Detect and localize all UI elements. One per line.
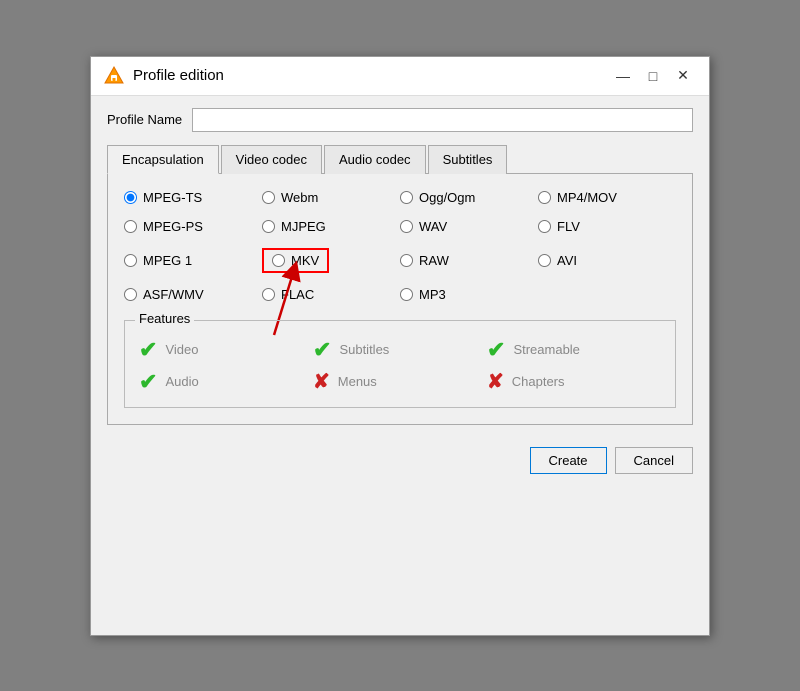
check-icon-video: ✔ (139, 339, 157, 361)
radio-avi[interactable]: AVI (538, 248, 676, 273)
radio-webm[interactable]: Webm (262, 190, 400, 205)
tab-encapsulation[interactable]: Encapsulation (107, 145, 219, 174)
profile-name-label: Profile Name (107, 112, 182, 127)
radio-raw[interactable]: RAW (400, 248, 538, 273)
feature-audio: ✔ Audio (139, 371, 313, 393)
create-button[interactable]: Create (530, 447, 607, 474)
tab-subtitles[interactable]: Subtitles (428, 145, 508, 174)
profile-name-input[interactable] (192, 108, 693, 132)
features-grid: ✔ Video ✔ Subtitles ✔ Streamable ✔ Audio (139, 339, 661, 393)
feature-label-streamable: Streamable (513, 342, 579, 357)
maximize-button[interactable]: □ (639, 65, 667, 87)
feature-label-audio: Audio (165, 374, 198, 389)
radio-mpeg1[interactable]: MPEG 1 (124, 248, 262, 273)
radio-grid-wrapper: MPEG-TS Webm Ogg/Ogm MP4/MOV MPEG-PS (124, 190, 676, 302)
title-bar-left: Profile edition (103, 65, 224, 87)
feature-label-video: Video (165, 342, 198, 357)
features-section: Features ✔ Video ✔ Subtitles ✔ Streamabl… (124, 320, 676, 408)
dialog-footer: Create Cancel (91, 437, 709, 486)
feature-streamable: ✔ Streamable (487, 339, 661, 361)
tab-video-codec[interactable]: Video codec (221, 145, 322, 174)
window-title: Profile edition (133, 67, 224, 84)
cross-icon-chapters: ✘ (487, 372, 504, 392)
check-icon-audio: ✔ (139, 371, 157, 393)
feature-chapters: ✘ Chapters (487, 371, 661, 393)
radio-asf-wmv[interactable]: ASF/WMV (124, 287, 262, 302)
cancel-button[interactable]: Cancel (615, 447, 693, 474)
tab-audio-codec[interactable]: Audio codec (324, 145, 426, 174)
radio-mpeg-ps[interactable]: MPEG-PS (124, 219, 262, 234)
radio-mjpeg[interactable]: MJPEG (262, 219, 400, 234)
features-legend: Features (135, 311, 194, 326)
radio-flv[interactable]: FLV (538, 219, 676, 234)
feature-subtitles: ✔ Subtitles (313, 339, 487, 361)
feature-label-subtitles: Subtitles (339, 342, 389, 357)
title-bar-controls: — □ ✕ (609, 65, 697, 87)
check-icon-streamable: ✔ (487, 339, 505, 361)
title-bar: Profile edition — □ ✕ (91, 57, 709, 96)
feature-video: ✔ Video (139, 339, 313, 361)
radio-mkv[interactable]: MKV (262, 248, 329, 273)
dialog-content: Profile Name Encapsulation Video codec A… (91, 96, 709, 437)
radio-mp3[interactable]: MP3 (400, 287, 538, 302)
radio-flac[interactable]: FLAC (262, 287, 400, 302)
profile-name-row: Profile Name (107, 108, 693, 132)
cross-icon-menus: ✘ (313, 372, 330, 392)
feature-label-chapters: Chapters (512, 374, 565, 389)
profile-edition-window: Profile edition — □ ✕ Profile Name Encap… (90, 56, 710, 636)
feature-label-menus: Menus (338, 374, 377, 389)
tabs-bar: Encapsulation Video codec Audio codec Su… (107, 144, 693, 174)
tab-content-encapsulation: MPEG-TS Webm Ogg/Ogm MP4/MOV MPEG-PS (107, 174, 693, 425)
check-icon-subtitles: ✔ (313, 339, 331, 361)
feature-menus: ✘ Menus (313, 371, 487, 393)
minimize-button[interactable]: — (609, 65, 637, 87)
radio-mp4-mov[interactable]: MP4/MOV (538, 190, 676, 205)
radio-mpeg-ts[interactable]: MPEG-TS (124, 190, 262, 205)
vlc-icon (103, 65, 125, 87)
radio-wav[interactable]: WAV (400, 219, 538, 234)
radio-ogg-ogm[interactable]: Ogg/Ogm (400, 190, 538, 205)
encapsulation-radio-grid: MPEG-TS Webm Ogg/Ogm MP4/MOV MPEG-PS (124, 190, 676, 302)
close-button[interactable]: ✕ (669, 65, 697, 87)
